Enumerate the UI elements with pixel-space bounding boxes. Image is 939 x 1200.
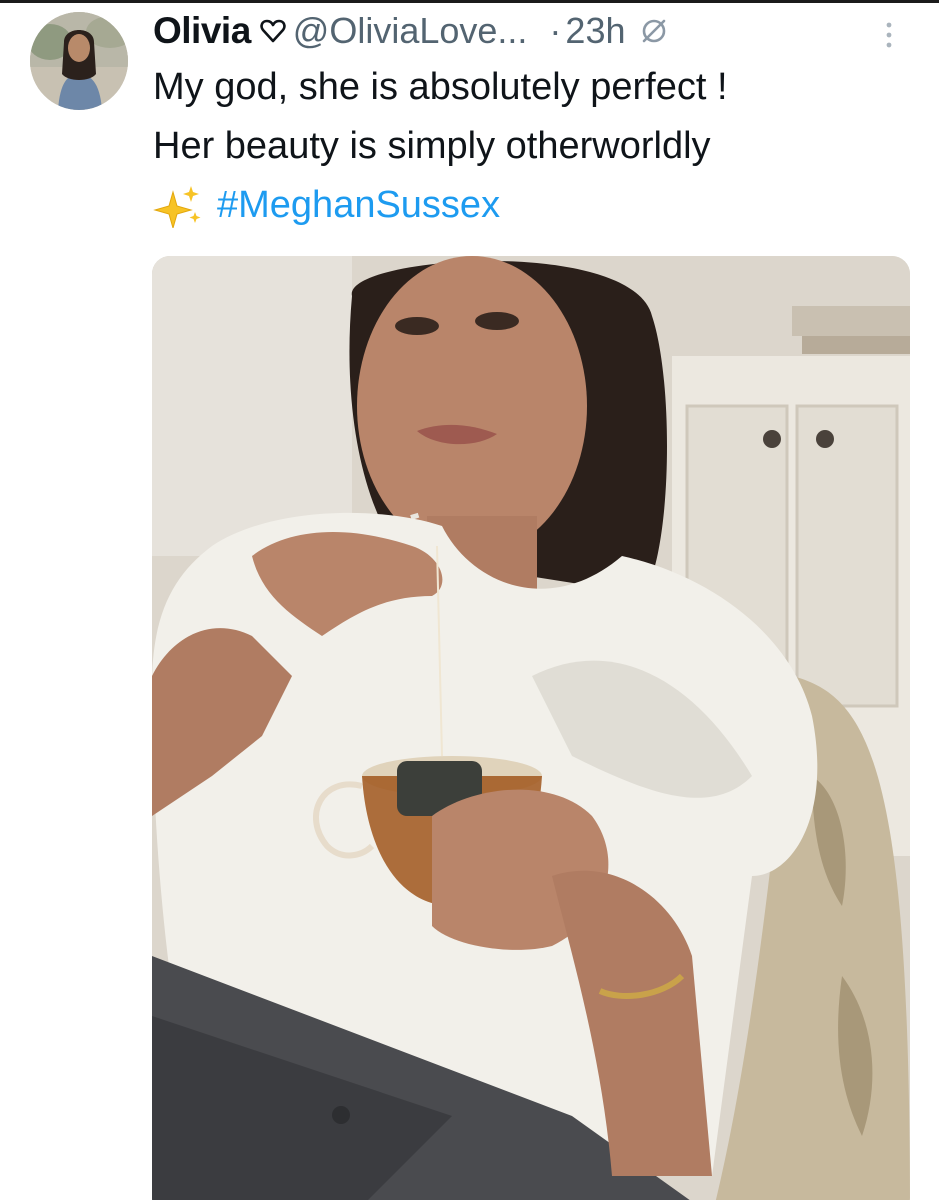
heart-outline-icon — [259, 17, 287, 45]
photo-woman-with-tea — [152, 256, 910, 1200]
avatar[interactable] — [30, 12, 128, 110]
tweet-text-line-2: Her beauty is simply otherworldly — [153, 125, 711, 167]
tweet-text-line-1: My god, she is absolutely perfect ! — [153, 66, 728, 108]
time-separator: · — [549, 10, 562, 51]
hashtag-line: #MeghanSussex — [153, 176, 913, 235]
avatar-image — [30, 12, 128, 110]
hashtag-link[interactable]: #MeghanSussex — [217, 176, 500, 235]
sparkles-icon — [153, 184, 203, 230]
tweet-screenshot: Olivia @OliviaLove... · 23h My god, she … — [0, 0, 939, 1200]
timestamp[interactable]: 23h — [565, 10, 625, 52]
author-name[interactable]: Olivia — [153, 10, 251, 52]
vertical-ellipsis-icon[interactable] — [883, 20, 895, 50]
tweet-media-image[interactable] — [152, 256, 910, 1200]
tweet-text: My god, she is absolutely perfect ! Her … — [153, 58, 913, 235]
top-divider — [0, 0, 939, 3]
tweet-header: Olivia @OliviaLove... · 23h — [153, 6, 670, 56]
author-handle[interactable]: @OliviaLove... — [293, 10, 528, 52]
no-entry-icon — [638, 15, 670, 47]
